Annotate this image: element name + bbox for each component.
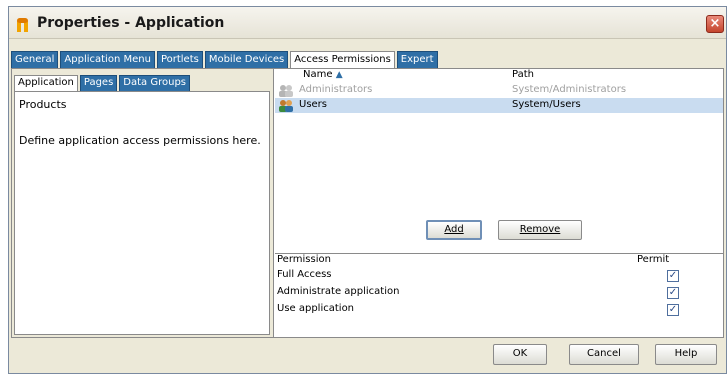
window-title: Properties - Application: [37, 15, 225, 31]
tab-application-menu[interactable]: Application Menu: [60, 51, 155, 69]
user-group-icon: [279, 100, 293, 112]
subtab-application[interactable]: Application: [14, 75, 78, 91]
users-table-header: Name ▲ Path: [275, 69, 723, 82]
table-row[interactable]: Users System/Users: [275, 98, 723, 113]
administrate-application-checkbox[interactable]: ✓: [667, 287, 679, 299]
permission-row: Administrate application ✓: [275, 285, 723, 301]
permission-row: Full Access ✓: [275, 268, 723, 284]
permissions-pane: Name ▲ Path Administrators System/Admini…: [275, 69, 723, 337]
ok-button[interactable]: OK: [493, 344, 547, 365]
subtab-pages[interactable]: Pages: [79, 75, 118, 91]
help-text: Define application access permissions he…: [19, 134, 261, 147]
subtab-data-groups[interactable]: Data Groups: [119, 75, 191, 91]
full-access-checkbox[interactable]: ✓: [667, 270, 679, 282]
close-button[interactable]: ×: [706, 15, 724, 33]
user-group-icon: [279, 85, 293, 97]
user-name: Administrators: [299, 84, 373, 95]
column-header-path[interactable]: Path: [512, 69, 534, 80]
permission-label: Full Access: [277, 269, 332, 280]
add-button[interactable]: Add: [426, 220, 482, 240]
tab-portlets[interactable]: Portlets: [156, 51, 203, 69]
properties-dialog: Properties - Application × General Appli…: [8, 6, 727, 374]
products-label[interactable]: Products: [19, 98, 67, 111]
tab-general[interactable]: General: [11, 51, 59, 69]
application-icon: [17, 18, 28, 32]
sub-tabs: Application Pages Data Groups: [14, 75, 192, 91]
column-header-name[interactable]: Name ▲: [303, 69, 343, 80]
permission-label: Administrate application: [277, 286, 400, 297]
permission-row: Use application ✓: [275, 302, 723, 318]
title-bar: Properties - Application ×: [9, 7, 726, 39]
tab-expert[interactable]: Expert: [396, 51, 438, 69]
user-name: Users: [299, 99, 328, 110]
left-pane: Application Pages Data Groups Products D…: [12, 69, 274, 337]
sort-ascending-icon: ▲: [335, 70, 343, 80]
permissions-table-header: Permission Permit: [275, 253, 723, 266]
column-header-permission[interactable]: Permission: [277, 254, 331, 265]
column-header-permit[interactable]: Permit: [637, 254, 669, 265]
application-panel: Products Define application access permi…: [14, 91, 270, 335]
tab-mobile-devices[interactable]: Mobile Devices: [204, 51, 289, 69]
use-application-checkbox[interactable]: ✓: [667, 304, 679, 316]
tab-content: Application Pages Data Groups Products D…: [11, 68, 724, 338]
remove-button[interactable]: Remove: [498, 220, 582, 240]
help-button[interactable]: Help: [655, 344, 717, 365]
table-row[interactable]: Administrators System/Administrators: [275, 83, 723, 98]
cancel-button[interactable]: Cancel: [569, 344, 639, 365]
user-path: System/Administrators: [512, 84, 627, 95]
main-tabs: General Application Menu Portlets Mobile…: [11, 51, 440, 70]
user-path: System/Users: [512, 99, 581, 110]
permission-label: Use application: [277, 303, 355, 314]
